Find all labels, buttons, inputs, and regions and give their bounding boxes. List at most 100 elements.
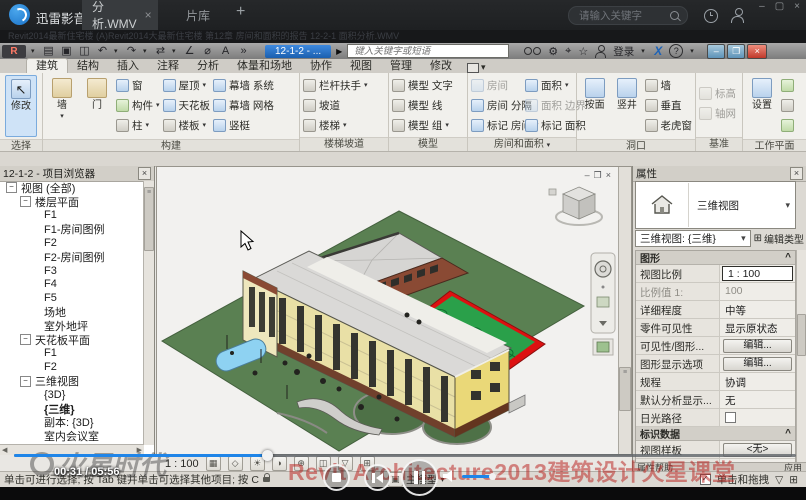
measure-icon[interactable]: ∠: [183, 44, 196, 58]
infocenter-search-input[interactable]: [352, 45, 504, 58]
tab-massing-site[interactable]: 体量和场地: [228, 59, 301, 73]
ramp-button[interactable]: 坡道: [303, 95, 368, 115]
edit-type-button[interactable]: ⊞编辑类型: [754, 231, 804, 246]
stair-button[interactable]: 楼梯▾: [303, 115, 368, 135]
sign-in-user-icon[interactable]: [595, 45, 606, 57]
maximize-button[interactable]: ▢: [775, 1, 784, 12]
collapse-icon[interactable]: ^: [785, 252, 791, 263]
close-tab-icon[interactable]: ×: [145, 8, 152, 22]
grid-button[interactable]: 轴网: [699, 103, 736, 123]
properties-vertical-scrollbar[interactable]: [796, 250, 806, 463]
close-button[interactable]: ×: [794, 1, 800, 12]
selection-count-icon[interactable]: ⊞: [789, 474, 798, 486]
panel-room-area-label[interactable]: 房间和面积 ▾: [468, 137, 576, 151]
collapse-icon[interactable]: −: [20, 334, 31, 345]
section-identity[interactable]: 标识数据^: [636, 427, 795, 441]
pause-button[interactable]: [401, 459, 438, 496]
close-icon[interactable]: ×: [790, 167, 803, 180]
infocenter-search-box[interactable]: [347, 44, 509, 58]
door-button[interactable]: 门: [81, 75, 113, 137]
ceiling-button[interactable]: 天花板: [163, 95, 211, 115]
prop-value[interactable]: 中等: [720, 301, 795, 318]
tab-manage[interactable]: 管理: [381, 59, 421, 73]
component-button[interactable]: 构件▾: [116, 95, 160, 115]
tree-item-ceiling-plans[interactable]: −天花板平面: [0, 333, 144, 347]
search-binoculars-icon[interactable]: [524, 47, 541, 55]
roof-button[interactable]: 屋顶▾: [163, 75, 211, 95]
open-icon[interactable]: ▤: [42, 44, 55, 58]
tree-item-f5[interactable]: F5: [0, 291, 144, 305]
sun-path-checkbox[interactable]: [725, 412, 736, 423]
collapse-icon[interactable]: ^: [785, 428, 791, 439]
redo-icon[interactable]: ↷: [125, 44, 138, 58]
tree-item-f1-room-legend[interactable]: F1-房间图例: [0, 222, 144, 236]
tab-annotate[interactable]: 注释: [148, 59, 188, 73]
volume-handle[interactable]: [489, 473, 496, 480]
window-button[interactable]: 窗: [116, 75, 160, 95]
filter-funnel-icon[interactable]: ▽: [775, 474, 783, 486]
tree-item-floor-plans[interactable]: −楼层平面: [0, 195, 144, 209]
prop-row-parts-visibility[interactable]: 零件可见性显示原状态: [636, 319, 795, 337]
model-group-button[interactable]: 模型 组▾: [392, 115, 453, 135]
collapse-icon[interactable]: −: [20, 376, 31, 387]
element-selector[interactable]: 三维视图: {三维}▾: [635, 230, 751, 247]
tree-item-f3[interactable]: F3: [0, 264, 144, 278]
show-workplane-button[interactable]: [781, 75, 794, 95]
prop-row-detail-level[interactable]: 详细程度中等: [636, 301, 795, 319]
wall-opening-button[interactable]: 墙: [645, 75, 693, 95]
model-text-button[interactable]: 模型 文字: [392, 75, 453, 95]
tab-structure[interactable]: 结构: [68, 59, 108, 73]
communication-center-icon[interactable]: ⌖: [565, 45, 571, 58]
seek-bar[interactable]: [0, 449, 806, 461]
view-restore-icon[interactable]: ❐: [594, 170, 606, 180]
switch-windows-icon[interactable]: ⇄: [154, 44, 167, 58]
tab-video[interactable]: 分析.WMV×: [82, 0, 158, 30]
seek-handle[interactable]: [262, 450, 273, 461]
thunder-player-logo-icon[interactable]: [9, 4, 30, 25]
view-close-icon[interactable]: ×: [606, 170, 615, 180]
tab-insert[interactable]: 插入: [108, 59, 148, 73]
curtain-system-button[interactable]: 幕墙 系统: [213, 75, 274, 95]
exchange-apps-icon[interactable]: X: [654, 44, 662, 58]
more-tools-icon[interactable]: »: [237, 44, 250, 58]
title-expand-icon[interactable]: ▶: [336, 47, 342, 56]
column-button[interactable]: 柱▾: [116, 115, 160, 135]
vertical-opening-button[interactable]: 垂直: [645, 95, 693, 115]
minimize-button[interactable]: –: [759, 1, 765, 12]
prop-row-discipline[interactable]: 规程协调: [636, 373, 795, 391]
switch-dropdown-icon[interactable]: ▾: [172, 47, 178, 55]
section-graphics[interactable]: 图形^: [636, 251, 795, 265]
prop-value[interactable]: 无: [720, 391, 795, 408]
tab-collaborate[interactable]: 协作: [301, 59, 341, 73]
railing-button[interactable]: 栏杆扶手▾: [303, 75, 368, 95]
sign-in-dropdown-icon[interactable]: ▾: [641, 47, 647, 55]
mullion-button[interactable]: 竖梃: [213, 115, 274, 135]
ribbon-state-toggle[interactable]: ▾: [467, 62, 486, 73]
help-dropdown-icon[interactable]: ▾: [690, 47, 696, 55]
tab-view[interactable]: 视图: [341, 59, 381, 73]
undo-icon[interactable]: ↶: [96, 44, 109, 58]
navigation-bar[interactable]: [591, 253, 615, 333]
help-icon[interactable]: ?: [669, 44, 683, 58]
stop-button[interactable]: [323, 464, 350, 491]
tab-architecture[interactable]: 建筑: [26, 58, 68, 73]
print-icon[interactable]: ◫: [78, 44, 91, 58]
prop-value[interactable]: 协调: [720, 373, 795, 390]
tree-item-f2-room-legend[interactable]: F2-房间图例: [0, 250, 144, 264]
text-tool-icon[interactable]: A: [219, 44, 232, 58]
prop-value[interactable]: 1 : 100: [722, 266, 793, 281]
level-button[interactable]: 标高: [699, 83, 736, 103]
type-selector[interactable]: 三维视图 ▾: [635, 181, 796, 229]
prop-row-analysis-display[interactable]: 默认分析显示...无: [636, 391, 795, 409]
video-frame[interactable]: Revit2014最新住宅楼 (A)Revit2014大最新住宅楼 第12章 房…: [0, 30, 806, 487]
project-browser-header[interactable]: 12-1-2 - 项目浏览器 ×: [0, 166, 154, 182]
undo-dropdown-icon[interactable]: ▾: [114, 47, 120, 55]
tree-item-3d-views[interactable]: −三维视图: [0, 374, 144, 388]
shaft-button[interactable]: 竖井: [612, 75, 641, 137]
prop-value[interactable]: 显示原状态: [720, 319, 795, 336]
scrollbar-thumb[interactable]: [797, 314, 806, 356]
user-account-icon[interactable]: [731, 8, 744, 22]
tree-item-ceiling-f1[interactable]: F1: [0, 347, 144, 361]
browser-vertical-scrollbar[interactable]: ≡: [143, 181, 154, 445]
revit-app-button[interactable]: R: [2, 45, 26, 58]
